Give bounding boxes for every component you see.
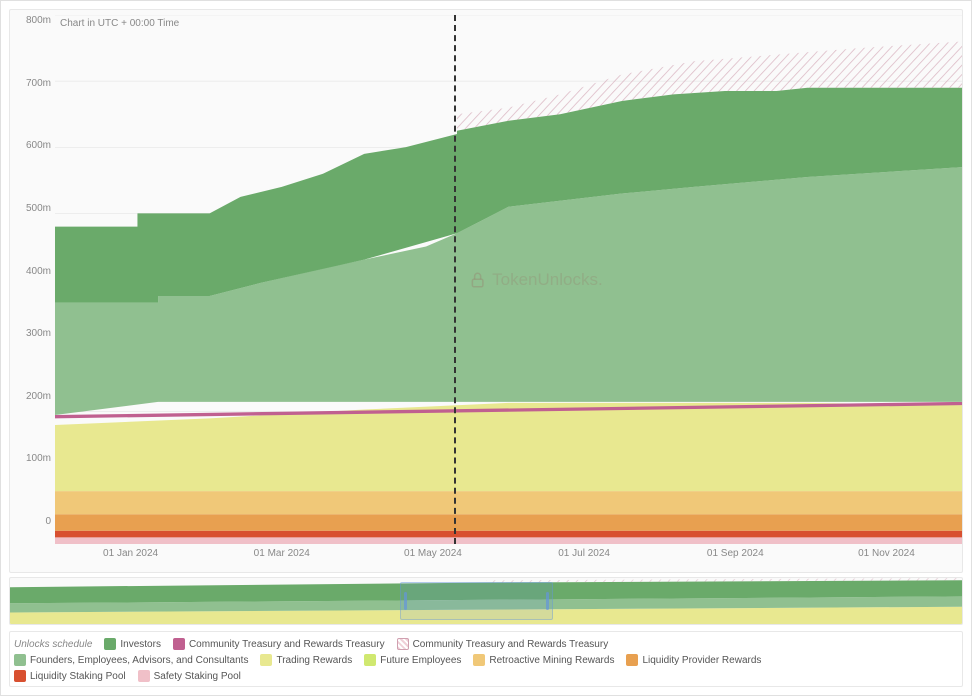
x-label-jul: 01 Jul 2024 [509,548,660,559]
liquidity-provider-swatch [626,654,638,666]
liquidity-provider-label: Liquidity Provider Rewards [642,655,761,666]
legend-trading-rewards: Trading Rewards [260,654,352,666]
x-label-jan: 01 Jan 2024 [55,548,206,559]
legend-community-treasury-hatched: Community Treasury and Rewards Treasury [397,638,609,650]
x-axis: 01 Jan 2024 01 Mar 2024 01 May 2024 01 J… [55,544,962,572]
chart-svg [55,15,962,544]
future-employees-swatch [364,654,376,666]
x-label-sep: 01 Sep 2024 [660,548,811,559]
range-selector[interactable] [400,582,552,620]
trading-rewards-swatch [260,654,272,666]
today-line: Today [454,15,456,544]
x-label-may: 01 May 2024 [357,548,508,559]
y-axis: 0 100m 200m 300m 400m 500m 600m 700m 800… [10,10,55,532]
founders-label: Founders, Employees, Advisors, and Consu… [30,655,248,666]
legend-area: Unlocks schedule Investors Community Tre… [9,631,963,687]
y-label-400: 400m [12,266,51,277]
y-label-600: 600m [12,140,51,151]
x-label-nov: 01 Nov 2024 [811,548,962,559]
liquidity-staking-label: Liquidity Staking Pool [30,671,126,682]
community-treasury-label: Community Treasury and Rewards Treasury [189,639,385,650]
legend-liquidity-staking: Liquidity Staking Pool [14,670,126,682]
investors-swatch [104,638,116,650]
safety-staking-label: Safety Staking Pool [154,671,241,682]
y-label-800: 800m [12,15,51,26]
legend-community-treasury: Community Treasury and Rewards Treasury [173,638,385,650]
retroactive-mining-swatch [473,654,485,666]
mini-chart[interactable] [9,577,963,625]
liquidity-provider-area [55,514,962,531]
founders-swatch [14,654,26,666]
legend-investors: Investors [104,638,161,650]
legend-liquidity-provider: Liquidity Provider Rewards [626,654,761,666]
retroactive-mining-label: Retroactive Mining Rewards [489,655,614,666]
legend-retroactive-mining: Retroactive Mining Rewards [473,654,614,666]
y-label-700: 700m [12,78,51,89]
liquidity-staking-swatch [14,670,26,682]
legend-row-3: Liquidity Staking Pool Safety Staking Po… [14,670,958,682]
legend-future-employees: Future Employees [364,654,461,666]
legend-row-1: Unlocks schedule Investors Community Tre… [14,638,958,650]
trading-rewards-label: Trading Rewards [276,655,352,666]
main-chart: Chart in UTC + 00:00 Time 0 100m 200m 30… [9,9,963,573]
legend-founders: Founders, Employees, Advisors, and Consu… [14,654,248,666]
y-label-500: 500m [12,203,51,214]
future-employees-label: Future Employees [380,655,461,666]
legend-row-2: Founders, Employees, Advisors, and Consu… [14,654,958,666]
community-treasury-swatch [173,638,185,650]
y-label-200: 200m [12,391,51,402]
y-label-100: 100m [12,453,51,464]
y-label-0: 0 [12,516,51,527]
handle-bar-left [404,592,407,610]
unlocks-schedule-label: Unlocks schedule [14,639,92,650]
handle-bar-right [546,592,549,610]
investors-label: Investors [120,639,161,650]
x-label-mar: 01 Mar 2024 [206,548,357,559]
main-container: Chart in UTC + 00:00 Time 0 100m 200m 30… [0,0,972,696]
liquidity-staking-area [55,531,962,538]
y-label-300: 300m [12,328,51,339]
plot-area: Today TokenUnlocks. [55,15,962,544]
community-treasury-hatched-swatch [397,638,409,650]
safety-staking-area [55,537,962,544]
safety-staking-swatch [138,670,150,682]
community-treasury-hatched-label: Community Treasury and Rewards Treasury [413,639,609,650]
range-handle-right[interactable] [544,592,552,610]
range-handle-left[interactable] [401,592,409,610]
retroactive-mining-area [55,491,962,514]
legend-safety-staking: Safety Staking Pool [138,670,241,682]
